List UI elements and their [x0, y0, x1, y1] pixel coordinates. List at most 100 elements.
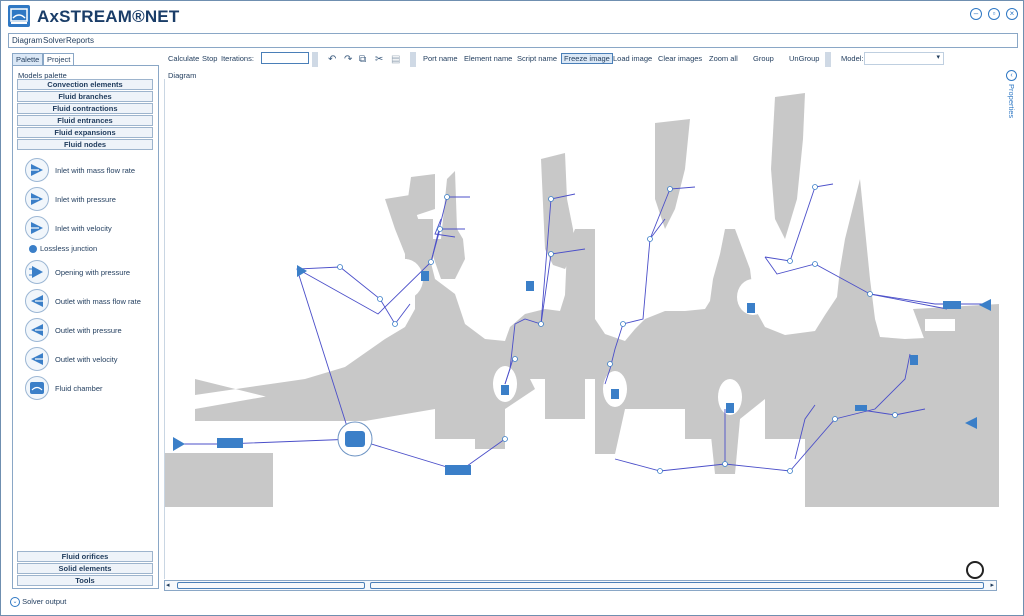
copy-icon[interactable]: ⧉: [359, 54, 366, 65]
chevron-down-icon: ▾: [936, 54, 940, 61]
category-tools[interactable]: Tools: [17, 575, 153, 586]
diagram-canvas[interactable]: [164, 79, 999, 579]
node-element[interactable]: [421, 271, 429, 281]
menu-bar: Diagram Solver Reports: [8, 33, 1018, 48]
calculate-button[interactable]: Calculate: [168, 54, 199, 63]
convection-element[interactable]: [217, 438, 243, 448]
element-name-button[interactable]: Element name: [464, 54, 512, 63]
node-element[interactable]: [726, 403, 734, 413]
inlet-icon[interactable]: [173, 437, 185, 451]
toolbar-separator: [825, 52, 831, 67]
palette-item-label: Inlet with pressure: [55, 195, 116, 204]
chevron-down-icon: ⌄: [10, 597, 20, 608]
toolbar: Calculate Stop Iterations: ↶ ↷ ⧉ ✂ ▤ Por…: [164, 51, 952, 68]
node-element[interactable]: [611, 389, 619, 399]
flow-network-diagram[interactable]: [165, 79, 999, 579]
redo-icon[interactable]: ↷: [344, 54, 352, 65]
inlet-mass-flow-icon: [25, 158, 49, 182]
outlet-mass-flow-icon: [25, 289, 49, 313]
palette-item-label: Fluid chamber: [55, 384, 103, 393]
model-select[interactable]: ▾: [864, 52, 944, 65]
scrollbar-track[interactable]: [370, 582, 984, 589]
palette-item-inlet-mass-flow[interactable]: Inlet with mass flow rate: [25, 158, 157, 184]
node-element[interactable]: [747, 303, 755, 313]
menu-diagram[interactable]: Diagram: [12, 36, 42, 45]
palette-item-fluid-chamber[interactable]: Fluid chamber: [25, 376, 157, 402]
clock-icon: [966, 561, 984, 579]
script-name-button[interactable]: Script name: [517, 54, 557, 63]
node-element[interactable]: [910, 355, 918, 365]
opening-pressure-icon: [25, 260, 49, 284]
inlet-velocity-icon: [25, 216, 49, 240]
stop-button[interactable]: Stop: [202, 54, 217, 63]
clear-images-button[interactable]: Clear images: [658, 54, 702, 63]
solver-output-toggle[interactable]: ⌄ Solver output: [10, 597, 67, 608]
node-element[interactable]: [855, 405, 867, 411]
node-element[interactable]: [501, 385, 509, 395]
category-fluid-expansions[interactable]: Fluid expansions: [17, 127, 153, 138]
horizontal-scrollbar[interactable]: ◂ ▸: [164, 580, 997, 591]
category-fluid-orifices[interactable]: Fluid orifices: [17, 551, 153, 562]
undo-icon[interactable]: ↶: [328, 54, 336, 65]
inlet-icon[interactable]: [297, 265, 307, 277]
zoom-all-button[interactable]: Zoom all: [709, 54, 738, 63]
model-label: Model:: [841, 54, 864, 63]
inlet-pressure-icon: [25, 187, 49, 211]
category-fluid-branches[interactable]: Fluid branches: [17, 91, 153, 102]
palette-item-label: Lossless junction: [40, 244, 98, 253]
toolbar-separator: [312, 52, 318, 67]
palette-item-lossless-junction[interactable]: Lossless junction: [25, 243, 157, 255]
ungroup-button[interactable]: UnGroup: [789, 54, 819, 63]
app-window: AxSTREAM®NET – ▫ × Diagram Solver Report…: [0, 0, 1024, 616]
cut-icon[interactable]: ✂: [375, 54, 383, 65]
load-image-button[interactable]: Load image: [613, 54, 652, 63]
tab-palette[interactable]: Palette: [12, 53, 44, 65]
iterations-label: Iterations:: [221, 54, 254, 63]
palette-item-outlet-mass-flow[interactable]: Outlet with mass flow rate: [25, 289, 157, 315]
category-convection-elements[interactable]: Convection elements: [17, 79, 153, 90]
port-name-button[interactable]: Port name: [423, 54, 458, 63]
group-button[interactable]: Group: [753, 54, 774, 63]
palette-item-label: Outlet with mass flow rate: [55, 297, 141, 306]
paste-icon[interactable]: ▤: [391, 54, 400, 65]
category-fluid-nodes[interactable]: Fluid nodes: [17, 139, 153, 150]
junction-dot-icon: [29, 245, 37, 253]
close-icon[interactable]: ×: [1006, 8, 1018, 20]
collapse-left-icon[interactable]: ‹: [1006, 70, 1017, 81]
properties-rail[interactable]: ‹ Properties: [1005, 70, 1019, 170]
outlet-velocity-icon: [25, 347, 49, 371]
menu-reports[interactable]: Reports: [66, 36, 94, 45]
scrollbar-thumb[interactable]: [177, 582, 365, 589]
menu-solver[interactable]: Solver: [43, 36, 66, 45]
app-title: AxSTREAM®NET: [37, 7, 180, 26]
toolbar-separator: [410, 52, 416, 67]
category-fluid-entrances[interactable]: Fluid entrances: [17, 115, 153, 126]
scroll-left-icon[interactable]: ◂: [166, 581, 170, 589]
solver-output-label: Solver output: [22, 597, 67, 606]
iterations-input[interactable]: [261, 52, 309, 64]
restore-icon[interactable]: ▫: [988, 8, 1000, 20]
palette-item-label: Opening with pressure: [55, 268, 131, 277]
freeze-image-button[interactable]: Freeze image: [561, 53, 613, 64]
category-solid-elements[interactable]: Solid elements: [17, 563, 153, 574]
palette-item-inlet-pressure[interactable]: Inlet with pressure: [25, 187, 157, 213]
minimize-icon[interactable]: –: [970, 8, 982, 20]
palette-item-label: Outlet with pressure: [55, 326, 122, 335]
palette-item-label: Inlet with mass flow rate: [55, 166, 136, 175]
category-fluid-contractions[interactable]: Fluid contractions: [17, 103, 153, 114]
palette-item-outlet-velocity[interactable]: Outlet with velocity: [25, 347, 157, 373]
fluid-chamber-icon: [25, 376, 49, 400]
app-logo-icon: [8, 5, 30, 27]
palette-item-label: Outlet with velocity: [55, 355, 118, 364]
tab-project[interactable]: Project: [43, 53, 75, 65]
fluid-chamber-body: [345, 431, 365, 447]
properties-label[interactable]: Properties: [1007, 84, 1016, 118]
node-element[interactable]: [526, 281, 534, 291]
palette-item-outlet-pressure[interactable]: Outlet with pressure: [25, 318, 157, 344]
scroll-right-icon[interactable]: ▸: [990, 581, 994, 589]
palette-item-inlet-velocity[interactable]: Inlet with velocity: [25, 216, 157, 242]
palette-item-label: Inlet with velocity: [55, 224, 112, 233]
convection-element[interactable]: [445, 465, 471, 475]
convection-element[interactable]: [943, 301, 961, 309]
palette-item-opening-pressure[interactable]: Opening with pressure: [25, 260, 157, 286]
